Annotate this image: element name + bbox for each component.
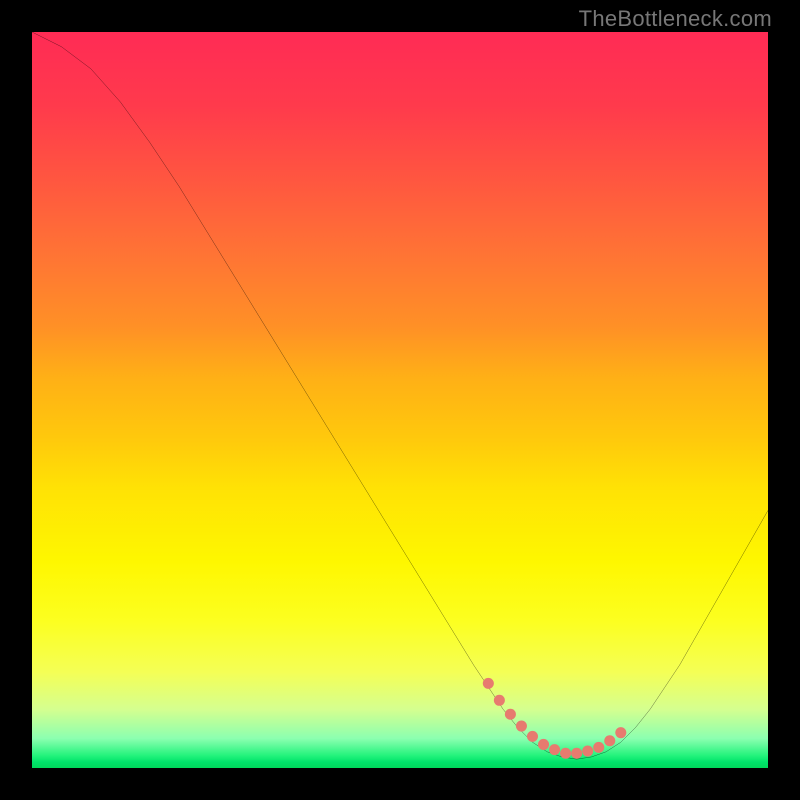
chart-marker [505,709,516,720]
chart-marker [527,731,538,742]
chart-svg [32,32,768,768]
chart-marker [549,744,560,755]
chart-plot-area [32,32,768,768]
chart-marker [494,695,505,706]
chart-marker [593,742,604,753]
chart-marker [604,735,615,746]
chart-marker [516,721,527,732]
chart-marker [560,748,571,759]
chart-curve [32,32,768,759]
chart-marker [582,746,593,757]
chart-marker [538,739,549,750]
chart-marker [483,678,494,689]
chart-marker [615,727,626,738]
watermark-text: TheBottleneck.com [579,6,772,32]
chart-marker [571,748,582,759]
chart-markers [483,678,627,759]
